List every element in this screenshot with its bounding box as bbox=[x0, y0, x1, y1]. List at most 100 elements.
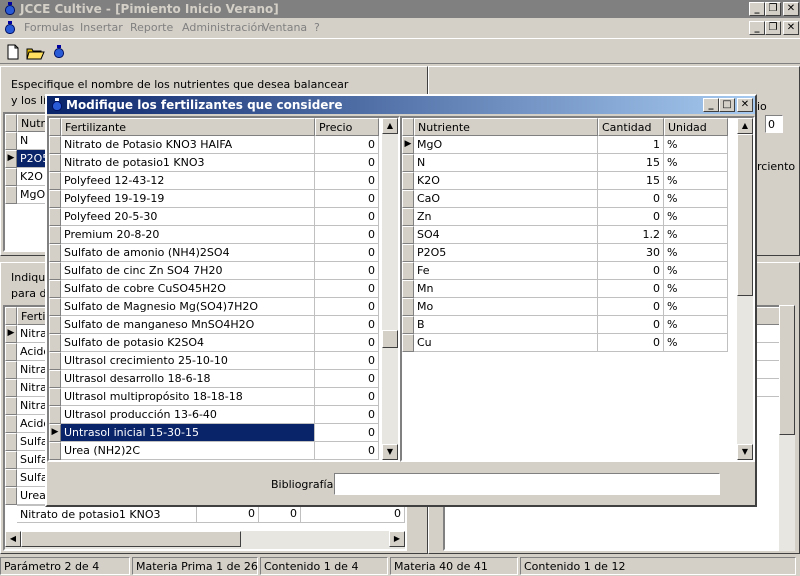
nutrient-name-cell[interactable]: CaO bbox=[414, 190, 598, 208]
menu-administracion[interactable]: Administración bbox=[182, 21, 264, 34]
fertilizer-name-cell[interactable]: Ultrasol crecimiento 25-10-10 bbox=[61, 352, 315, 370]
unit-cell[interactable]: % bbox=[664, 136, 728, 154]
nutrient-name-cell[interactable]: Cu bbox=[414, 334, 598, 352]
nutrient-name-cell[interactable]: MgO bbox=[414, 136, 598, 154]
nutrient-name-cell[interactable]: Fe bbox=[414, 262, 598, 280]
price-cell[interactable]: 0 bbox=[315, 298, 379, 316]
fertilizer-name-cell[interactable]: Sulfato de amonio (NH4)2SO4 bbox=[61, 244, 315, 262]
nutrient-name-cell[interactable]: Mn bbox=[414, 280, 598, 298]
nutrient-name-cell[interactable]: SO4 bbox=[414, 226, 598, 244]
scroll-thumb[interactable] bbox=[779, 305, 795, 435]
menu-reporte[interactable]: Reporte bbox=[130, 21, 173, 34]
price-cell[interactable]: 0 bbox=[315, 190, 379, 208]
scroll-up-button[interactable]: ▲ bbox=[382, 118, 398, 134]
scroll-right-button[interactable]: ▶ bbox=[389, 531, 405, 547]
quantity-cell[interactable]: 0 bbox=[598, 262, 664, 280]
quantity-cell[interactable]: 0 bbox=[598, 298, 664, 316]
nutrient-name-cell[interactable]: P2O5 bbox=[414, 244, 598, 262]
quantity-cell[interactable]: 30 bbox=[598, 244, 664, 262]
child-close-button[interactable]: ✕ bbox=[783, 21, 799, 35]
fertilizer-name-cell[interactable]: Sulfato de Magnesio Mg(SO4)7H2O bbox=[61, 298, 315, 316]
quantity-cell[interactable]: 15 bbox=[598, 154, 664, 172]
unit-cell[interactable]: % bbox=[664, 244, 728, 262]
fertilizer-name-cell[interactable]: Sulfato de cobre CuSO45H2O bbox=[61, 280, 315, 298]
new-document-button[interactable] bbox=[2, 42, 24, 62]
price-cell[interactable]: 0 bbox=[315, 154, 379, 172]
dialog-maximize-button[interactable]: □ bbox=[719, 98, 735, 112]
minimize-button[interactable]: _ bbox=[749, 2, 765, 16]
quantity-cell[interactable]: 0 bbox=[598, 208, 664, 226]
price-cell[interactable]: 0 bbox=[315, 370, 379, 388]
price-cell[interactable]: 0 bbox=[315, 406, 379, 424]
nutrient-name-cell[interactable]: B bbox=[414, 316, 598, 334]
open-folder-button[interactable] bbox=[24, 42, 46, 62]
fertilizer-name-cell[interactable]: Sulfato de manganeso MnSO4H2O bbox=[61, 316, 315, 334]
scroll-left-button[interactable]: ◀ bbox=[5, 531, 21, 547]
unit-cell[interactable]: % bbox=[664, 154, 728, 172]
price-cell[interactable]: 0 bbox=[315, 442, 379, 460]
price-cell[interactable]: 0 bbox=[315, 388, 379, 406]
price-cell[interactable]: 0 bbox=[315, 280, 379, 298]
fertilizer-name-cell[interactable]: Sulfato de cinc Zn SO4 7H20 bbox=[61, 262, 315, 280]
scroll-down-button[interactable]: ▼ bbox=[737, 444, 753, 460]
fertilizer-grid-scrollbar[interactable]: ▲ ▼ bbox=[382, 118, 398, 460]
fertilizer-name-cell[interactable]: Urea (NH2)2C bbox=[61, 442, 315, 460]
column-header-precio[interactable]: Precio bbox=[315, 118, 379, 136]
column-header-unidad[interactable]: Unidad bbox=[664, 118, 728, 136]
unit-cell[interactable]: % bbox=[664, 334, 728, 352]
fertilizer-name-cell[interactable]: Ultrasol producción 13-6-40 bbox=[61, 406, 315, 424]
fertilizer-name-cell[interactable]: Nitrato de Potasio KNO3 HAIFA bbox=[61, 136, 315, 154]
quantity-cell[interactable]: 1 bbox=[598, 136, 664, 154]
fertilizer-name-cell[interactable]: Polyfeed 19-19-19 bbox=[61, 190, 315, 208]
scroll-up-button[interactable]: ▲ bbox=[737, 118, 753, 134]
price-cell[interactable]: 0 bbox=[315, 316, 379, 334]
column-header-fertilizante[interactable]: Fertilizante bbox=[61, 118, 315, 136]
price-cell[interactable]: 0 bbox=[315, 424, 379, 442]
fertilizer-name-cell[interactable]: Polyfeed 12-43-12 bbox=[61, 172, 315, 190]
quantity-cell[interactable]: 0 bbox=[598, 280, 664, 298]
price-cell[interactable]: 0 bbox=[315, 172, 379, 190]
quantity-cell[interactable]: 0 bbox=[598, 190, 664, 208]
unit-cell[interactable]: % bbox=[664, 298, 728, 316]
quantity-cell[interactable]: 15 bbox=[598, 172, 664, 190]
price-cell[interactable]: 0 bbox=[315, 262, 379, 280]
fertilizer-name-cell[interactable]: Ultrasol desarrollo 18-6-18 bbox=[61, 370, 315, 388]
details-scrollbar[interactable] bbox=[779, 305, 795, 551]
column-header-nutriente[interactable]: Nutriente bbox=[414, 118, 598, 136]
fertilizer-name-cell[interactable]: Nitrato de potasio1 KNO3 bbox=[61, 154, 315, 172]
fertilizer-name-cell[interactable]: Ultrasol multipropósito 18-18-18 bbox=[61, 388, 315, 406]
fertilizer-name-cell[interactable]: Polyfeed 20-5-30 bbox=[61, 208, 315, 226]
scroll-thumb[interactable] bbox=[737, 134, 753, 296]
nutrient-name-cell[interactable]: Zn bbox=[414, 208, 598, 226]
menu-help[interactable]: ? bbox=[314, 21, 320, 34]
scroll-thumb[interactable] bbox=[21, 531, 241, 547]
unit-cell[interactable]: % bbox=[664, 280, 728, 298]
price-cell[interactable]: 0 bbox=[315, 136, 379, 154]
dialog-minimize-button[interactable]: _ bbox=[703, 98, 719, 112]
fertilizer-name-cell[interactable]: Sulfato de potasio K2SO4 bbox=[61, 334, 315, 352]
horizontal-scrollbar[interactable]: ◀ ▶ bbox=[5, 531, 405, 549]
quantity-cell[interactable]: 0 bbox=[598, 316, 664, 334]
child-restore-button[interactable]: ❐ bbox=[765, 21, 781, 35]
unit-cell[interactable]: % bbox=[664, 190, 728, 208]
nutrient-name-cell[interactable]: Mo bbox=[414, 298, 598, 316]
close-button[interactable]: ✕ bbox=[783, 2, 799, 16]
flask-button[interactable] bbox=[48, 42, 70, 62]
unit-cell[interactable]: % bbox=[664, 262, 728, 280]
scroll-thumb[interactable] bbox=[382, 330, 398, 348]
nutrient-name-cell[interactable]: K2O bbox=[414, 172, 598, 190]
bibliografia-input[interactable] bbox=[334, 473, 720, 495]
nutrient-name-cell[interactable]: N bbox=[414, 154, 598, 172]
menu-insertar[interactable]: Insertar bbox=[80, 21, 123, 34]
price-cell[interactable]: 0 bbox=[315, 244, 379, 262]
value-cell[interactable]: 0 bbox=[259, 505, 301, 523]
price-cell[interactable]: 0 bbox=[315, 352, 379, 370]
fertilizer-cell[interactable]: Nitrato de potasio1 KNO3 bbox=[17, 505, 197, 523]
value-cell[interactable]: 0 bbox=[301, 505, 405, 523]
menu-formulas[interactable]: Formulas bbox=[24, 21, 74, 34]
price-cell[interactable]: 0 bbox=[315, 208, 379, 226]
column-header-cantidad[interactable]: Cantidad bbox=[598, 118, 664, 136]
fertilizer-name-cell[interactable]: Untrasol inicial 15-30-15 bbox=[61, 424, 315, 442]
settings-value-field[interactable]: 0 bbox=[765, 115, 783, 133]
dialog-close-button[interactable]: ✕ bbox=[737, 98, 753, 112]
